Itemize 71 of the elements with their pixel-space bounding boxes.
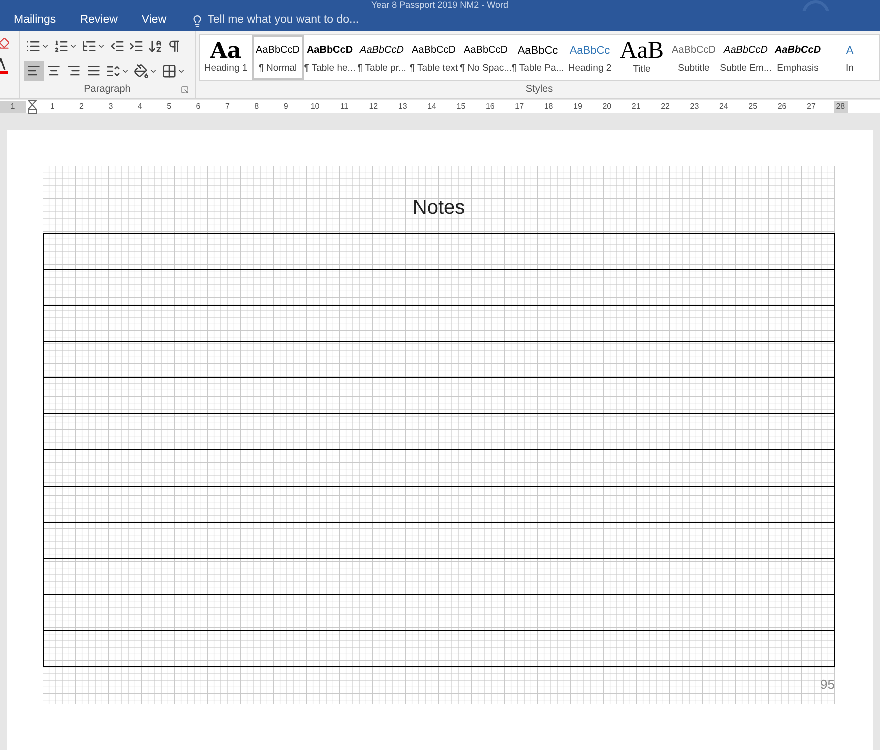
style-item[interactable]: AaBbCcD ¶ Table he...: [304, 35, 356, 80]
ruler-number: 11: [339, 100, 350, 113]
style-item[interactable]: AaBbCcD ¶ Table text: [408, 35, 460, 80]
group-label: Paragraph: [84, 83, 131, 98]
style-item[interactable]: AaBbCcD ¶ Table pr...: [356, 35, 408, 80]
dialog-launcher-icon[interactable]: [181, 86, 189, 94]
ruler-number: 21: [630, 100, 642, 113]
ruler-number: 4: [136, 100, 144, 113]
ruler-number: 26: [776, 100, 788, 113]
menu-tab[interactable]: View: [142, 12, 167, 30]
menu-tab[interactable]: Mailings: [14, 12, 56, 30]
ruler-number: 22: [660, 100, 671, 113]
style-item[interactable]: A In: [824, 35, 876, 80]
ruler-number: 16: [484, 100, 496, 113]
ruler-number: 1: [0, 100, 26, 113]
style-item[interactable]: AaB Title: [616, 35, 668, 80]
style-item[interactable]: AaBbCcD ¶ No Spac...: [460, 35, 512, 80]
align-left-icon: [27, 64, 41, 78]
ruler-number: 23: [689, 100, 700, 113]
pilcrow-icon: [167, 38, 182, 54]
style-item[interactable]: AaBbCc Heading 2: [564, 35, 616, 80]
menu-tab[interactable]: Review: [80, 12, 118, 30]
eraser-icon[interactable]: [0, 37, 10, 50]
increase-indent-icon: [129, 38, 144, 54]
ruler-number: 8: [254, 100, 260, 113]
ruler-number: 1: [49, 100, 56, 113]
indent-marker-icon[interactable]: [28, 100, 37, 114]
group-label: Styles: [526, 83, 554, 98]
ruler-number: 18: [543, 100, 554, 113]
style-item[interactable]: AaBbCcD Subtle Em...: [720, 35, 772, 80]
lightbulb-icon: [190, 14, 204, 28]
bullets-icon: [26, 38, 41, 54]
ruler-number: 9: [282, 100, 290, 113]
tell-me-field[interactable]: Tell me what you want to do...: [208, 12, 408, 30]
align-button[interactable]: [24, 61, 44, 82]
decrease-indent-icon: [110, 38, 125, 54]
numbering-icon: [54, 38, 69, 54]
line-spacing-icon: [106, 64, 121, 79]
notes-heading: Notes: [412, 196, 466, 222]
ruler-number: 28: [834, 100, 848, 113]
ruler-number: 7: [224, 100, 231, 113]
style-item[interactable]: AaBbCcD ¶ Normal: [252, 35, 304, 80]
align-right-icon: [67, 64, 81, 78]
ruler-number: 2: [78, 100, 85, 113]
ruler-number: 14: [426, 100, 438, 113]
borders-icon: [162, 64, 177, 79]
page-number: 95: [820, 676, 835, 694]
style-item[interactable]: AaBbCcD Subtitle: [668, 35, 720, 80]
ruler-number: 17: [514, 100, 526, 113]
ruler-number: 10: [310, 100, 321, 113]
ruler-number: 6: [195, 100, 202, 113]
font-color-icon[interactable]: [0, 58, 10, 74]
style-item[interactable]: AaBbCc ¶ Table Pa...: [512, 35, 564, 80]
ruler-number: 12: [368, 100, 380, 113]
ruler-number: 24: [718, 100, 730, 113]
style-item[interactable]: AaBbCcD Emphasis: [772, 35, 824, 80]
style-item[interactable]: Aa Heading 1: [200, 35, 252, 80]
multilevel-list-icon: [82, 38, 97, 54]
ruler-number: 20: [602, 100, 613, 113]
sort-icon: [148, 38, 163, 54]
align-justify-icon: [87, 64, 101, 78]
ruler-number: 19: [572, 100, 584, 113]
ruler-number: 15: [456, 100, 467, 113]
align-center-icon: [47, 64, 61, 78]
ruler-number: 27: [806, 100, 817, 113]
window-title: Year 8 Passport 2019 NM2 - Word: [371, 0, 509, 11]
ruler-number: 5: [166, 100, 173, 113]
ruler-number: 13: [397, 100, 408, 113]
ruler-number: 3: [108, 100, 114, 113]
ruler-number: 25: [748, 100, 759, 113]
shading-icon: [134, 64, 149, 79]
